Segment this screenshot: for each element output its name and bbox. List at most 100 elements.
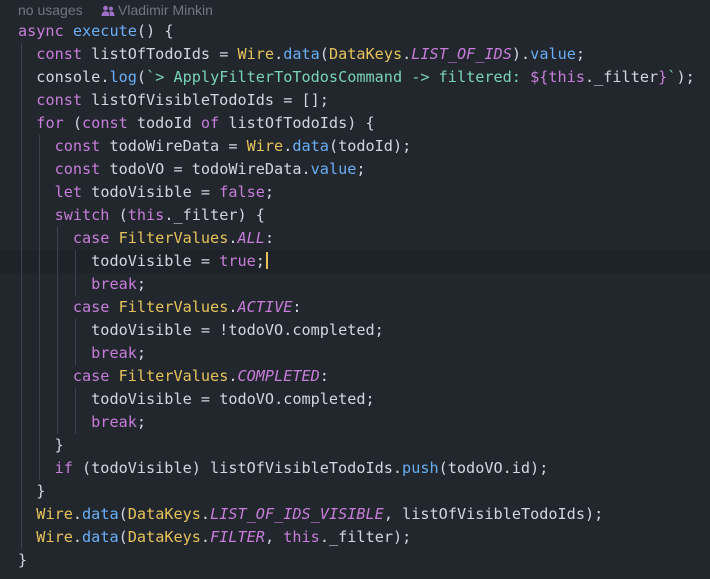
token-variable: todoVisible <box>91 252 192 270</box>
token-class: DataKeys <box>127 505 201 523</box>
indent-guide <box>57 411 58 434</box>
token-text: ); <box>676 68 695 86</box>
token-keyword: if <box>54 459 73 477</box>
indent-guide <box>39 388 40 411</box>
code-line: const todoVO = todoWireData.value; <box>0 158 710 181</box>
token-text: : <box>319 367 329 385</box>
token-text: (todoVisible) listOfVisibleTodoIds. <box>72 459 403 477</box>
token-brace: } <box>18 551 28 569</box>
code-line: case FilterValues.COMPLETED: <box>0 365 710 388</box>
indent-guide <box>39 181 40 204</box>
token-object: todoVO <box>228 321 284 339</box>
token-keyword: for <box>36 114 64 132</box>
token-method: data <box>82 505 119 523</box>
token-keyword: switch <box>54 206 110 224</box>
token-text: . <box>283 321 293 339</box>
code-line: break; <box>0 342 710 365</box>
indent-guide <box>57 273 58 296</box>
token-text: . <box>301 160 311 178</box>
token-field: completed <box>283 390 366 408</box>
indent-guide <box>57 388 58 411</box>
author-name: Vladimir Minkin <box>118 2 213 18</box>
token-keyword: break <box>91 344 137 362</box>
indent-guide <box>57 250 58 273</box>
indent-guide <box>21 503 22 526</box>
token-text: () { <box>136 22 174 40</box>
code-editor[interactable]: no usages Vladimir Minkin async execute(… <box>0 0 710 579</box>
code-line: break; <box>0 273 710 296</box>
token-text: = <box>164 160 192 178</box>
token-text: . <box>228 229 238 247</box>
token-object: console <box>36 68 101 86</box>
token-text: ( <box>319 45 329 63</box>
token-class: DataKeys <box>127 528 201 546</box>
indent-guide <box>39 319 40 342</box>
indent-guide <box>21 342 22 365</box>
token-field: completed <box>292 321 375 339</box>
token-text: ; <box>136 413 147 431</box>
token-text: . <box>228 367 238 385</box>
token-text: ; <box>136 344 147 362</box>
token-method: data <box>82 528 119 546</box>
token-template: ${ <box>530 68 549 86</box>
code-line: case FilterValues.ALL: <box>0 227 710 250</box>
indent-guide <box>39 434 40 457</box>
indent-guide <box>39 457 40 480</box>
code-line: if (todoVisible) listOfVisibleTodoIds.pu… <box>0 457 710 480</box>
token-variable: todoWireData <box>109 137 220 155</box>
token-literal: false <box>219 183 265 201</box>
token-function: execute <box>72 22 137 40</box>
token-text: . <box>283 137 293 155</box>
token-text: ; <box>575 45 586 63</box>
token-text: ; <box>255 252 265 270</box>
token-variable: todoId <box>127 114 201 132</box>
author-hint[interactable]: Vladimir Minkin <box>101 0 213 20</box>
token-text: []; <box>301 91 329 109</box>
indent-guide <box>21 43 22 66</box>
inlay-hint-bar: no usages Vladimir Minkin <box>0 0 710 20</box>
token-text: listOfTodoIds) { <box>219 114 375 132</box>
indent-guide <box>75 250 76 273</box>
usages-hint[interactable]: no usages <box>18 0 83 20</box>
token-text: ; <box>136 275 147 293</box>
token-text: : <box>264 229 275 247</box>
code-line: } <box>0 434 710 457</box>
indent-guide <box>21 319 22 342</box>
indent-guide <box>39 273 40 296</box>
indent-guide <box>39 296 40 319</box>
token-text: ; <box>374 321 384 339</box>
indent-guide <box>21 411 22 434</box>
token-brace: } <box>36 482 46 500</box>
token-text: ._filter <box>584 68 659 86</box>
code-line: for (const todoId of listOfTodoIds) { <box>0 112 710 135</box>
token-variable: todoVisible <box>91 183 192 201</box>
token-literal: true <box>219 252 256 270</box>
code-line: async execute() { <box>0 20 710 43</box>
token-field: value <box>530 45 576 63</box>
token-constant: ALL <box>237 229 265 247</box>
token-brace: } <box>54 436 64 454</box>
indent-guide <box>21 457 22 480</box>
token-text: . <box>228 298 238 316</box>
token-class: Wire <box>246 137 284 155</box>
code-line: console.log(`> ApplyFilterToTodosCommand… <box>0 66 710 89</box>
indent-guide <box>21 480 22 503</box>
indent-guide <box>57 227 58 250</box>
token-text: . <box>200 528 211 546</box>
token-text: = <box>191 252 220 270</box>
token-keyword: const <box>54 160 101 178</box>
code-line: todoVisible = todoVO.completed; <box>0 388 710 411</box>
token-variable: todoVisible <box>91 321 192 339</box>
token-text: = <box>219 137 247 155</box>
indent-guide <box>21 526 22 549</box>
token-enum: FilterValues <box>118 298 229 316</box>
code-area[interactable]: async execute() { const listOfTodoIds = … <box>0 20 710 572</box>
indent-guide <box>21 227 22 250</box>
token-text: , listOfVisibleTodoIds); <box>383 505 604 523</box>
indent-guide <box>75 388 76 411</box>
token-keyword: let <box>54 183 83 201</box>
indent-guide <box>21 181 22 204</box>
token-keyword: async <box>18 22 64 40</box>
code-line: Wire.data(DataKeys.FILTER, this._filter)… <box>0 526 710 549</box>
token-object: todoVO <box>219 390 275 408</box>
